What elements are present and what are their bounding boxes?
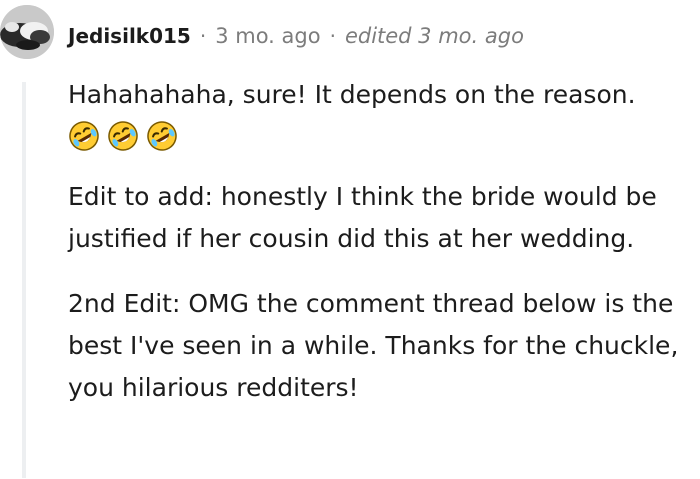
rofl-emoji	[147, 121, 177, 151]
meta-separator: ·	[329, 24, 336, 48]
timestamp-link[interactable]: 3 mo. ago	[215, 24, 320, 48]
rofl-emoji	[108, 121, 138, 151]
comment: Jedisilk015 · 3 mo. ago · edited 3 mo. a…	[0, 0, 700, 479]
edited-label: edited 3 mo. ago	[344, 24, 524, 48]
comment-meta: Jedisilk015 · 3 mo. ago · edited 3 mo. a…	[68, 20, 524, 52]
avatar[interactable]	[0, 5, 54, 59]
cat-avatar-image	[0, 5, 54, 59]
emoji-row	[68, 116, 688, 156]
thread-collapse-line[interactable]	[22, 82, 26, 478]
comment-paragraph: Edit to add: honestly I think the bride …	[68, 182, 657, 253]
author-link[interactable]: Jedisilk015	[68, 24, 191, 48]
meta-separator: ·	[199, 24, 207, 48]
comment-body: Hahahahaha, sure! It depends on the reas…	[68, 74, 688, 409]
comment-paragraph: 2nd Edit: OMG the comment thread below i…	[68, 289, 679, 402]
rofl-emoji	[69, 121, 99, 151]
comment-paragraph: Hahahahaha, sure! It depends on the reas…	[68, 80, 636, 109]
